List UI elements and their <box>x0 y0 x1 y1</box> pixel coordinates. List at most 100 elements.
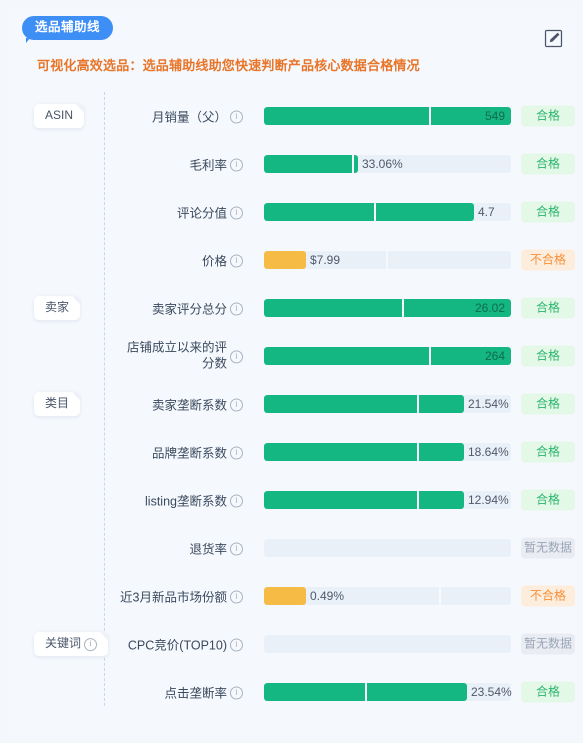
info-icon[interactable] <box>230 398 243 412</box>
metric-label-wrap: 评论分值 <box>177 203 243 222</box>
status-badge: 合格 <box>521 489 575 511</box>
metric-label-wrap: 退货率 <box>189 539 243 558</box>
metric-value: 264 <box>484 349 505 363</box>
metric-value: 549 <box>484 109 505 123</box>
status-badge: 暂无数据 <box>521 537 575 559</box>
metric-label: 价格 <box>201 254 227 269</box>
metric-label-wrap: 毛利率 <box>189 155 243 174</box>
info-icon[interactable] <box>230 686 243 700</box>
metric-row: 价格 $7.99 不合格 <box>8 236 575 284</box>
bar-segment-divider <box>417 395 420 413</box>
metric-value: 21.54% <box>468 397 509 411</box>
group-pill-4[interactable]: 卖家 <box>34 296 81 320</box>
edit-pencil-square-icon[interactable] <box>544 29 563 48</box>
info-icon[interactable] <box>230 638 243 652</box>
metric-label-wrap: 卖家评分总分 <box>152 299 243 318</box>
bar-segment-divider <box>351 155 354 173</box>
metric-row: 关键词 CPC竞价(TOP10) 暂无数据 <box>8 620 575 668</box>
metric-value: $7.99 <box>310 253 341 267</box>
metric-value: 26.02 <box>474 301 505 315</box>
metric-value: 4.7 <box>478 205 495 219</box>
metrics-list: ASIN月销量（父）549合格毛利率33.06%合格评论分值4.7合格价格$7.… <box>8 92 575 716</box>
group-pill-label: 类目 <box>45 396 70 411</box>
info-icon[interactable] <box>230 542 243 556</box>
info-icon[interactable] <box>230 110 243 124</box>
metric-bar-track <box>264 251 511 269</box>
metric-label: 卖家评分总分 <box>151 302 227 317</box>
info-icon[interactable] <box>230 590 243 604</box>
metric-value: 12.94% <box>468 493 509 507</box>
metric-row: 店铺成立以来的评分数 264 合格 <box>8 332 575 380</box>
bar-segment-divider <box>429 347 432 365</box>
status-badge: 合格 <box>521 153 575 175</box>
info-icon[interactable] <box>230 494 243 508</box>
group-pill-label: 卖家 <box>45 300 70 315</box>
metric-label-wrap: listing垄断系数 <box>145 491 243 510</box>
metric-bar-fill <box>264 443 464 461</box>
metric-row: ASIN 月销量（父） 549 合格 <box>8 92 575 140</box>
metric-bar-fill <box>264 155 358 173</box>
metric-label-wrap: 店铺成立以来的评分数 <box>125 340 243 371</box>
metric-bar-fill <box>264 107 511 125</box>
group-pill-6[interactable]: 类目 <box>34 392 81 416</box>
status-badge: 合格 <box>521 393 575 415</box>
info-icon[interactable] <box>84 638 98 652</box>
group-pill-11[interactable]: 关键词 <box>34 632 109 656</box>
metric-row: listing垄断系数 12.94% 合格 <box>8 476 575 524</box>
metric-label: 点击垄断率 <box>164 686 227 701</box>
metric-bar-fill <box>264 587 306 605</box>
metric-bar-fill <box>264 203 474 221</box>
info-icon[interactable] <box>230 446 243 460</box>
status-badge: 不合格 <box>521 585 575 607</box>
metric-label-wrap: 点击垄断率 <box>164 683 243 702</box>
metric-label: 退货率 <box>189 542 227 557</box>
metric-row: 点击垄断率 23.54% 合格 <box>8 668 575 716</box>
metric-bar-track <box>264 347 511 365</box>
info-icon[interactable] <box>230 158 243 172</box>
metric-bar-fill <box>264 299 511 317</box>
metric-label: listing垄断系数 <box>145 494 227 509</box>
metric-bar-track <box>264 587 511 605</box>
metric-row: 毛利率 33.06% 合格 <box>8 140 575 188</box>
metric-row: 卖家 卖家评分总分 26.02 合格 <box>8 284 575 332</box>
status-badge: 合格 <box>521 681 575 703</box>
group-pill-label: 关键词 <box>45 636 82 651</box>
metric-value: 23.54% <box>471 685 512 699</box>
info-icon[interactable] <box>230 206 243 220</box>
status-badge: 合格 <box>521 297 575 319</box>
status-badge: 合格 <box>521 201 575 223</box>
bar-segment-divider <box>402 299 405 317</box>
bar-segment-divider <box>386 251 389 269</box>
group-pill-0[interactable]: ASIN <box>34 104 85 128</box>
metric-value: 0.49% <box>310 589 345 603</box>
metric-label-wrap: CPC竞价(TOP10) <box>128 635 243 654</box>
info-icon[interactable] <box>230 302 243 316</box>
info-icon[interactable] <box>230 254 243 268</box>
metric-bar-fill <box>264 395 464 413</box>
metric-label: 店铺成立以来的评分数 <box>126 340 227 370</box>
metric-row: 评论分值 4.7 合格 <box>8 188 575 236</box>
metric-label: CPC竞价(TOP10) <box>127 638 227 653</box>
metric-row: 近3月新品市场份额 0.49% 不合格 <box>8 572 575 620</box>
metric-bar-track <box>264 539 511 557</box>
metric-bar-track <box>264 107 511 125</box>
metric-bar-track <box>264 635 511 653</box>
metric-label-wrap: 月销量（父） <box>152 107 243 126</box>
tab-selection-guideline[interactable]: 选品辅助线 <box>22 16 114 40</box>
metric-bar-fill <box>264 251 306 269</box>
metric-label-wrap: 近3月新品市场份额 <box>120 587 243 606</box>
tab-label: 选品辅助线 <box>35 20 101 34</box>
status-badge: 合格 <box>521 345 575 367</box>
bar-segment-divider <box>439 587 442 605</box>
metric-label-wrap: 价格 <box>202 251 243 270</box>
status-badge: 不合格 <box>521 249 575 271</box>
bar-segment-divider <box>429 107 432 125</box>
metric-value: 33.06% <box>362 157 403 171</box>
metric-row: 退货率 暂无数据 <box>8 524 575 572</box>
metric-label-wrap: 品牌垄断系数 <box>152 443 243 462</box>
metric-label: 毛利率 <box>189 158 227 173</box>
info-icon[interactable] <box>230 350 243 364</box>
metric-bar-track <box>264 299 511 317</box>
metric-row: 品牌垄断系数 18.64% 合格 <box>8 428 575 476</box>
metric-label: 评论分值 <box>176 206 227 221</box>
